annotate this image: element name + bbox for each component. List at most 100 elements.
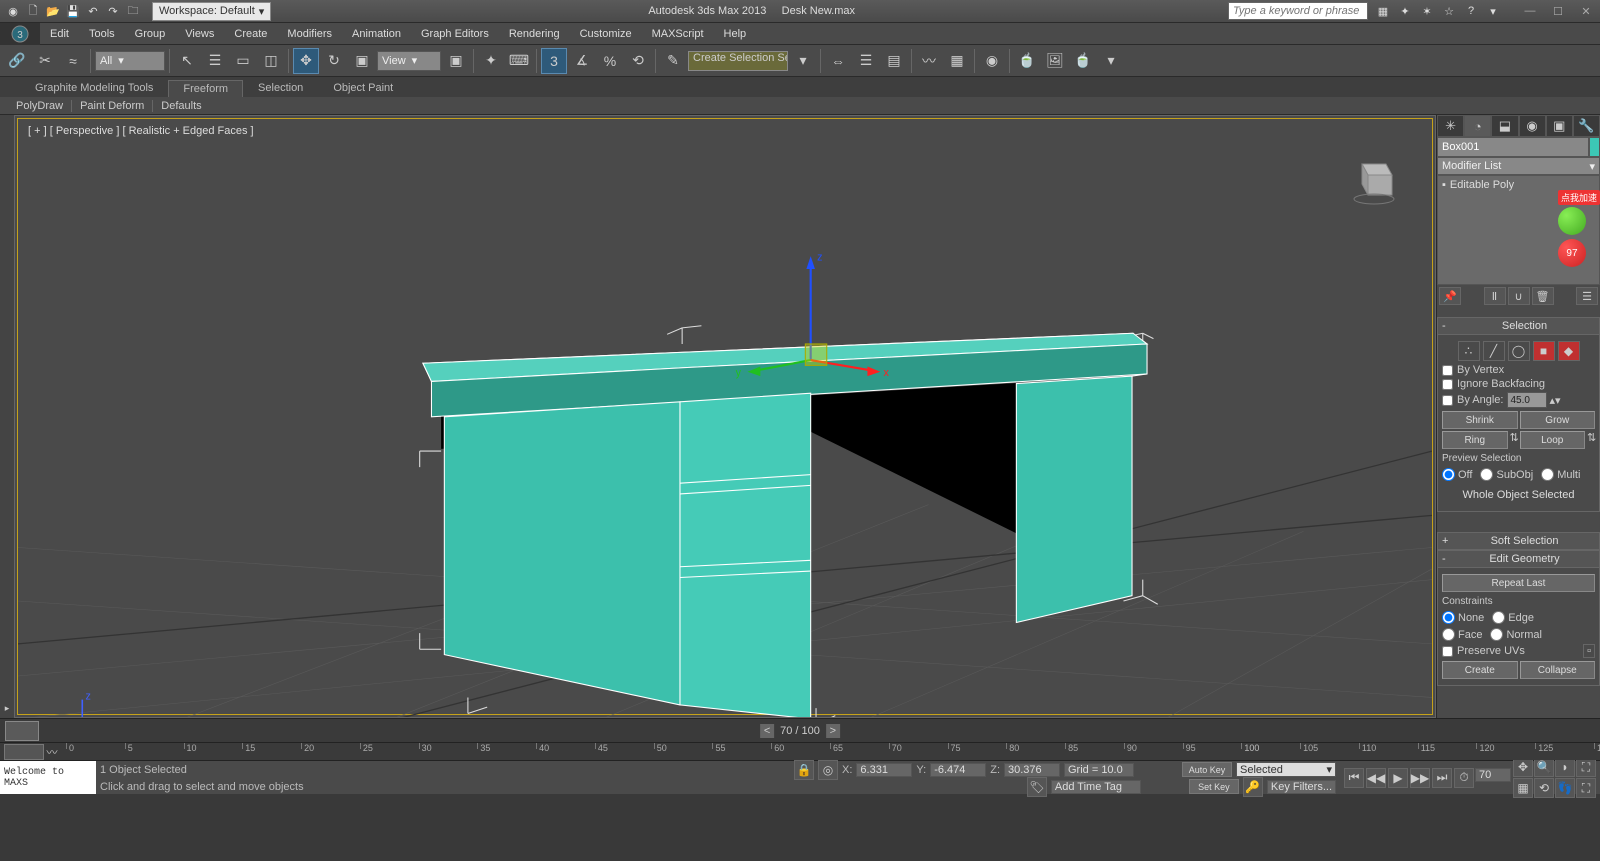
window-crossing-icon[interactable]: ◫ xyxy=(258,48,284,74)
tab-display-icon[interactable]: ▣ xyxy=(1546,115,1573,137)
time-slider[interactable]: < 70 / 100 > xyxy=(0,718,1600,742)
angle-snap-icon[interactable]: ∡ xyxy=(569,48,595,74)
exchange-icon[interactable]: ✦ xyxy=(1396,2,1414,20)
minimize-button[interactable]: — xyxy=(1516,0,1544,22)
curve-editor-icon[interactable]: 〰 xyxy=(916,48,942,74)
key-filters-button[interactable]: Key Filters... xyxy=(1267,780,1336,794)
align-icon[interactable]: ☰ xyxy=(853,48,879,74)
redo-icon[interactable]: ↷ xyxy=(104,2,122,20)
material-editor-icon[interactable]: ◉ xyxy=(979,48,1005,74)
radio[interactable] xyxy=(1442,468,1455,481)
tab-object-paint[interactable]: Object Paint xyxy=(318,79,408,97)
vertex-mode-icon[interactable]: ∴ xyxy=(1458,341,1480,361)
by-vertex-checkbox[interactable]: By Vertex xyxy=(1442,363,1595,377)
remove-modifier-icon[interactable]: 🗑 xyxy=(1532,287,1554,305)
radio-subobj[interactable]: SubObj xyxy=(1480,468,1533,481)
keyfilter-combo[interactable]: Selected▾ xyxy=(1236,762,1336,777)
render-setup-icon[interactable]: 🍵 xyxy=(1014,48,1040,74)
rollout-soft-selection-header[interactable]: + Soft Selection xyxy=(1437,532,1600,550)
track-bar[interactable]: 〰 05101520253035404550556065707580859095… xyxy=(0,742,1600,760)
snap-toggle-icon[interactable]: 3 xyxy=(541,48,567,74)
rollout-edit-geometry-header[interactable]: - Edit Geometry xyxy=(1437,550,1600,568)
autokey-button[interactable]: Auto Key xyxy=(1182,762,1232,777)
next-frame-icon[interactable]: ▶▶ xyxy=(1410,768,1430,788)
show-end-result-icon[interactable]: Ⅱ xyxy=(1484,287,1506,305)
repeat-last-button[interactable]: Repeat Last xyxy=(1442,574,1595,592)
edit-named-sel-icon[interactable]: ✎ xyxy=(660,48,686,74)
make-unique-icon[interactable]: ∪ xyxy=(1508,287,1530,305)
percent-snap-icon[interactable]: % xyxy=(597,48,623,74)
tab-freeform[interactable]: Freeform xyxy=(168,80,243,97)
prev-frame-icon[interactable]: ◀◀ xyxy=(1366,768,1386,788)
prev-frame-icon[interactable]: < xyxy=(760,724,774,738)
communication-icon[interactable]: ✶ xyxy=(1418,2,1436,20)
menu-animation[interactable]: Animation xyxy=(342,23,411,45)
maximize-button[interactable]: ☐ xyxy=(1544,0,1572,22)
rendered-frame-icon[interactable]: 🖼 xyxy=(1042,48,1068,74)
checkbox[interactable] xyxy=(1442,379,1453,390)
menu-views[interactable]: Views xyxy=(175,23,224,45)
app-menu-icon[interactable]: ◉ xyxy=(4,2,22,20)
undo-icon[interactable]: ↶ xyxy=(84,2,102,20)
orbit-icon[interactable]: ⟲ xyxy=(1534,778,1554,798)
selection-filter[interactable]: All▾ xyxy=(95,51,165,71)
ring-button[interactable]: Ring xyxy=(1442,431,1508,449)
mirror-icon[interactable]: ⇔ xyxy=(825,48,851,74)
new-icon[interactable]: 🗋 xyxy=(24,2,42,20)
radio-multi[interactable]: Multi xyxy=(1541,468,1580,481)
object-color-swatch[interactable] xyxy=(1589,137,1600,157)
mini-curve-editor-icon[interactable]: 〰 xyxy=(44,744,60,760)
time-tag-icon[interactable]: 🏷 xyxy=(1027,777,1047,797)
open-icon[interactable]: 📂 xyxy=(44,2,62,20)
menu-help[interactable]: Help xyxy=(714,23,757,45)
create-button[interactable]: Create xyxy=(1442,661,1518,679)
help-icon[interactable]: ? xyxy=(1462,2,1480,20)
selection-lock-icon[interactable]: 🔒 xyxy=(794,760,814,780)
collapse-button[interactable]: Collapse xyxy=(1520,661,1596,679)
menu-create[interactable]: Create xyxy=(224,23,277,45)
walk-icon[interactable]: 👣 xyxy=(1555,778,1575,798)
menu-maxscript[interactable]: MAXScript xyxy=(642,23,714,45)
grow-button[interactable]: Grow xyxy=(1520,411,1596,429)
pivot-center-icon[interactable]: ▣ xyxy=(443,48,469,74)
timeline-ruler[interactable]: 0510152025303540455055606570758085909510… xyxy=(66,743,1594,761)
border-mode-icon[interactable]: ◯ xyxy=(1508,341,1530,361)
shrink-button[interactable]: Shrink xyxy=(1442,411,1518,429)
isolate-icon[interactable]: ◎ xyxy=(818,760,838,780)
desk-mesh[interactable] xyxy=(423,333,1147,718)
select-by-name-icon[interactable]: ☰ xyxy=(202,48,228,74)
bind-spacewarp-icon[interactable]: ≈ xyxy=(60,48,86,74)
menu-edit[interactable]: Edit xyxy=(40,23,79,45)
maximize-viewport-icon[interactable]: ⛶ xyxy=(1576,778,1596,798)
x-value[interactable]: 6.331 xyxy=(856,763,912,777)
goto-start-icon[interactable]: ⏮ xyxy=(1344,768,1364,788)
favorites-icon[interactable]: ☆ xyxy=(1440,2,1458,20)
subscription-icon[interactable]: ▦ xyxy=(1374,2,1392,20)
time-config-icon[interactable]: ⏱ xyxy=(1454,768,1474,788)
radio[interactable] xyxy=(1492,611,1505,624)
tab-graphite-modeling[interactable]: Graphite Modeling Tools xyxy=(20,79,168,97)
radio[interactable] xyxy=(1442,628,1455,641)
viewport[interactable]: [ + ] [ Perspective ] [ Realistic + Edge… xyxy=(14,115,1436,718)
workspace-selector[interactable]: Workspace: Default ▾ xyxy=(152,2,271,21)
edge-mode-icon[interactable]: ╱ xyxy=(1483,341,1505,361)
tab-hierarchy-icon[interactable]: ⬓ xyxy=(1491,115,1518,137)
add-time-tag[interactable]: Add Time Tag xyxy=(1051,780,1141,794)
key-mode-icon[interactable]: 🔑 xyxy=(1243,777,1263,797)
pin-stack-icon[interactable]: 📌 xyxy=(1439,287,1461,305)
element-mode-icon[interactable]: ◆ xyxy=(1558,341,1580,361)
play-icon[interactable]: ▶ xyxy=(1388,768,1408,788)
angle-spinner[interactable]: ▴▾ xyxy=(1507,392,1560,408)
radio[interactable] xyxy=(1442,611,1455,624)
radio-edge[interactable]: Edge xyxy=(1492,611,1534,624)
z-value[interactable]: 30.376 xyxy=(1004,763,1060,777)
keyboard-shortcut-icon[interactable]: ⌨ xyxy=(506,48,532,74)
select-object-icon[interactable]: ↖ xyxy=(174,48,200,74)
trackbar-toggle[interactable] xyxy=(4,744,44,760)
select-link-icon[interactable]: 🔗 xyxy=(4,48,30,74)
angle-input[interactable] xyxy=(1507,392,1547,408)
schematic-view-icon[interactable]: ▦ xyxy=(944,48,970,74)
tab-modify-icon[interactable]: ◔ xyxy=(1464,115,1491,137)
select-move-icon[interactable]: ✥ xyxy=(293,48,319,74)
render-dropdown-icon[interactable]: ▾ xyxy=(1098,48,1124,74)
